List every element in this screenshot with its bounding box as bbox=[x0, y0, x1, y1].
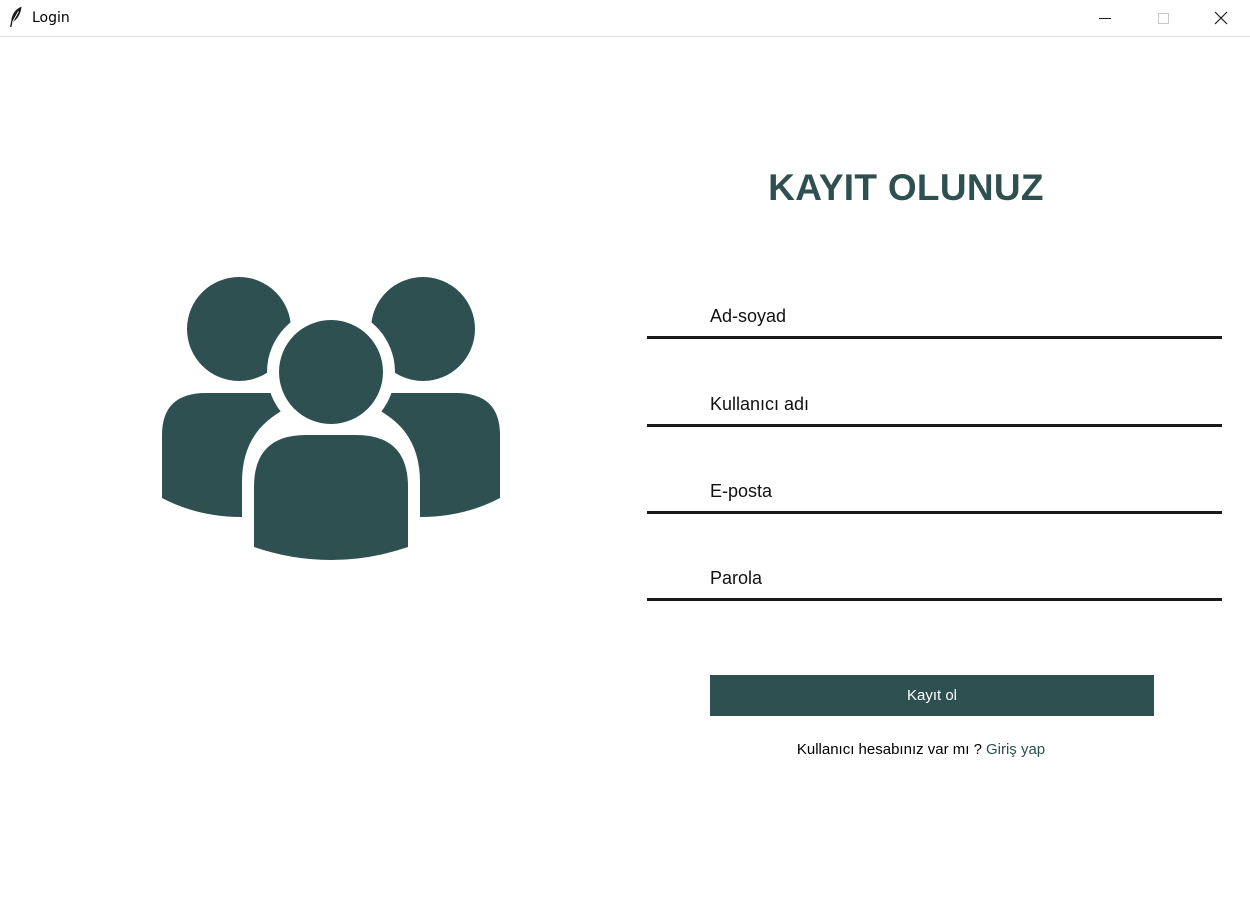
username-input[interactable] bbox=[710, 392, 1210, 416]
username-field bbox=[647, 384, 1222, 427]
login-prompt-text: Kullanıcı hesabınız var mı ? bbox=[796, 741, 982, 758]
minimize-icon bbox=[1099, 17, 1111, 19]
email-field bbox=[647, 471, 1222, 514]
app-window: Login KAYIT OLUNUZ Ad-soyad Kullanıcı ad… bbox=[0, 0, 1250, 912]
window-title: Login bbox=[32, 10, 70, 26]
login-prompt: Kullanıcı hesabınız var mı ? Giriş yap bbox=[710, 741, 1132, 759]
close-button[interactable] bbox=[1192, 0, 1250, 36]
password-field bbox=[647, 558, 1222, 601]
feather-icon bbox=[10, 6, 22, 28]
users-group-icon bbox=[162, 277, 500, 560]
password-input[interactable] bbox=[710, 566, 1210, 590]
maximize-icon bbox=[1157, 12, 1169, 24]
form-title: KAYIT OLUNUZ bbox=[768, 167, 1044, 208]
fullname-input[interactable] bbox=[710, 304, 1210, 328]
maximize-button[interactable] bbox=[1134, 0, 1192, 36]
email-input[interactable] bbox=[710, 479, 1210, 503]
title-bar: Login bbox=[0, 0, 1250, 37]
register-button[interactable]: Kayıt ol bbox=[710, 675, 1154, 716]
minimize-button[interactable] bbox=[1076, 0, 1134, 36]
close-icon bbox=[1214, 11, 1228, 25]
fullname-field bbox=[647, 296, 1222, 339]
login-link[interactable]: Giriş yap bbox=[986, 741, 1045, 758]
